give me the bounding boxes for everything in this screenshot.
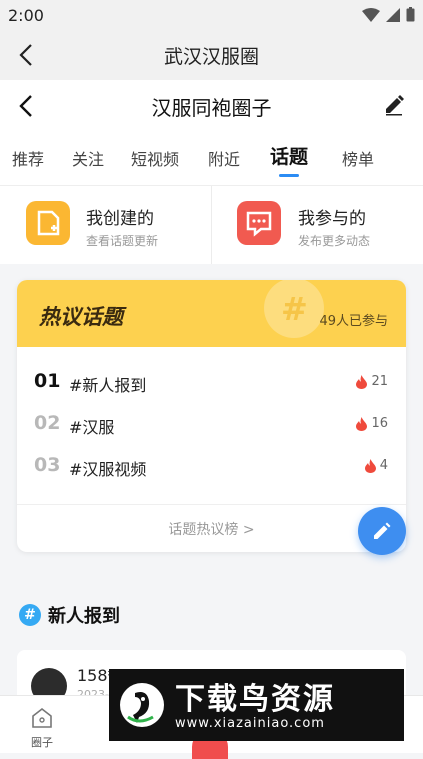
status-bar: 2:00 [0, 0, 423, 30]
topic-name: #汉服视频 [69, 460, 147, 479]
section-title: 新人报到 [48, 606, 120, 627]
watermark: 下载鸟资源 www.xiazainiao.com [109, 669, 404, 741]
topic-row[interactable]: 02 #汉服 16 [17, 404, 406, 446]
topic-rank: 02 [34, 412, 61, 434]
heat-count: 21 [371, 374, 388, 389]
my-created-subtitle: 查看话题更新 [86, 234, 159, 248]
tab-short-video[interactable]: 短视频 [131, 146, 179, 170]
topic-row[interactable]: 01 #新人报到 21 [17, 362, 406, 404]
compose-button[interactable] [358, 507, 406, 555]
active-tab-indicator [279, 174, 299, 177]
hot-topics-more-link[interactable]: 话题热议榜 > [17, 519, 406, 539]
signal-icon [386, 7, 400, 22]
flame-icon [356, 416, 368, 431]
hot-topics-footer: 话题热议榜 > [17, 504, 406, 552]
quick-actions: 我创建的 查看话题更新 我参与的 发布更多动态 [0, 185, 423, 264]
battery-icon [406, 7, 415, 22]
watermark-text: 下载鸟资源 [175, 682, 335, 717]
wifi-icon [362, 7, 380, 22]
tab-topics[interactable]: 话题 [270, 142, 308, 169]
nav-circle-label[interactable]: 圈子 [12, 734, 72, 750]
outer-title: 武汉汉服圈 [163, 46, 259, 68]
heat-count: 4 [379, 458, 388, 473]
topic-row[interactable]: 03 #汉服视频 4 [17, 446, 406, 488]
document-add-icon [26, 201, 70, 245]
bird-logo-icon [120, 683, 164, 727]
tab-recommend[interactable]: 推荐 [12, 146, 44, 170]
svg-text:#: # [281, 290, 308, 328]
tab-nearby[interactable]: 附近 [208, 146, 240, 170]
topic-heat: 21 [356, 374, 388, 389]
circle-home-icon[interactable] [30, 706, 54, 730]
tab-bar: 推荐 关注 短视频 附近 话题 榜单 [0, 142, 423, 182]
outer-header: 武汉汉服圈 [0, 30, 423, 80]
topic-rank: 01 [34, 370, 61, 392]
hot-topics-title: 热议话题 [39, 305, 123, 329]
tab-follow[interactable]: 关注 [72, 146, 104, 170]
hot-topics-card: # 热议话题 49人已参与 01 #新人报到 21 02 #汉服 16 03 #… [17, 280, 406, 552]
watermark-url: www.xiazainiao.com [175, 716, 325, 731]
my-created-title: 我创建的 [86, 209, 154, 229]
status-icons [362, 7, 415, 22]
message-bubble-icon [237, 201, 281, 245]
topic-name: #汉服 [69, 418, 115, 437]
topic-name: #新人报到 [69, 376, 147, 395]
topic-heat: 4 [364, 458, 388, 473]
topic-heat: 16 [356, 416, 388, 431]
tab-rankings[interactable]: 榜单 [342, 146, 374, 170]
inner-header: 汉服同袍圈子 推荐 关注 短视频 附近 话题 榜单 [0, 80, 423, 185]
participant-count: 49人已参与 [319, 314, 388, 329]
hashtag-icon: # [19, 604, 41, 626]
my-joined-subtitle: 发布更多动态 [298, 234, 371, 248]
flame-icon [364, 458, 376, 473]
flame-icon [356, 374, 368, 389]
heat-count: 16 [371, 416, 388, 431]
my-joined-title: 我参与的 [298, 209, 366, 229]
my-created-card[interactable]: 我创建的 查看话题更新 [0, 186, 211, 264]
pencil-icon [374, 522, 391, 539]
my-joined-card[interactable]: 我参与的 发布更多动态 [212, 186, 423, 264]
hot-topics-banner: # 热议话题 49人已参与 [17, 280, 406, 347]
edit-pencil-icon[interactable] [383, 94, 405, 116]
page-title: 汉服同袍圈子 [151, 96, 272, 120]
topic-rank: 03 [34, 454, 61, 476]
status-time: 2:00 [8, 6, 44, 25]
